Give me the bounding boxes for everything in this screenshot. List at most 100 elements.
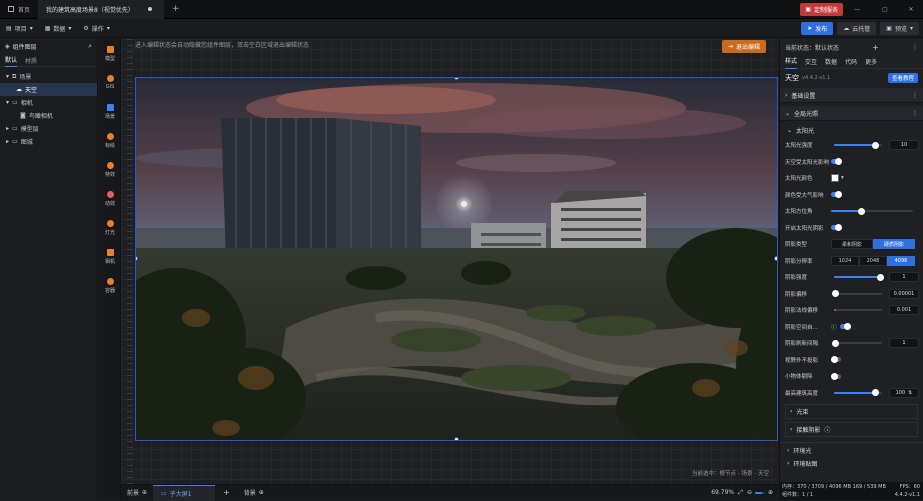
- current-state[interactable]: 当前状态：默认状态: [785, 43, 839, 52]
- subsection-sunlight[interactable]: ⌄ 太阳光: [780, 123, 923, 137]
- invisible-shadow-toggle[interactable]: [831, 356, 841, 364]
- new-tab-button[interactable]: +: [164, 0, 188, 19]
- fit-screen-icon[interactable]: ⤢: [738, 489, 743, 497]
- atmosphere-affect-toggle[interactable]: [831, 191, 842, 199]
- chevron-down-icon: ▾: [841, 175, 844, 182]
- version-label: 4.4.2-v1.1: [894, 491, 920, 498]
- cloud-render-button[interactable]: ☁ 云托管: [837, 21, 877, 35]
- subsection-env-map-label: 环境贴图: [793, 460, 818, 468]
- tab-more[interactable]: 更多: [865, 57, 877, 66]
- shadow-refresh-slider[interactable]: [832, 339, 882, 347]
- tree-item-model-layer[interactable]: ▸ ▭ 模型层: [0, 122, 97, 135]
- menu-project[interactable]: ▤ 项目 ▾: [0, 24, 39, 33]
- shadow-normal-bias-slider[interactable]: [834, 309, 882, 312]
- tool-model[interactable]: 模型: [99, 39, 121, 68]
- sky-affect-toggle[interactable]: [831, 158, 843, 166]
- sun-color-picker[interactable]: ▾: [831, 174, 844, 183]
- tool-camera[interactable]: 相机: [99, 242, 121, 271]
- shadow-res-4096[interactable]: 4096: [887, 255, 915, 266]
- tree-item-sky[interactable]: ☁ 天空: [0, 83, 97, 96]
- sun-azimuth-slider[interactable]: [831, 207, 913, 215]
- minimize-button[interactable]: —: [843, 6, 871, 13]
- subpage-tab[interactable]: ▭ 子大屏1: [153, 484, 216, 501]
- menu-data[interactable]: ▦ 数据 ▾: [39, 24, 78, 33]
- shadow-type-soft[interactable]: 柔和阴影: [831, 239, 873, 250]
- chevron-down-icon: ⌄: [785, 109, 791, 117]
- search-icon[interactable]: ⌕: [88, 42, 92, 51]
- resize-handle-bottom[interactable]: [454, 437, 459, 440]
- tall-building-input[interactable]: 100 ⇅: [889, 387, 919, 398]
- tab-code[interactable]: 代码: [845, 57, 857, 66]
- tree-item-scene[interactable]: ▾ ⧉ 场景: [0, 70, 97, 83]
- subsection-env-map[interactable]: › 环境贴图: [780, 457, 923, 469]
- front-layer-tab[interactable]: 前景 ⊕: [121, 488, 153, 497]
- close-button[interactable]: ✕: [899, 6, 923, 13]
- subsection-beam[interactable]: › 光束: [785, 404, 918, 419]
- shadow-strength-slider[interactable]: [834, 273, 884, 281]
- preview-button[interactable]: ▣ 预览 ▾: [880, 21, 919, 35]
- sun-intensity-input[interactable]: 10: [889, 140, 919, 151]
- zoom-out-icon[interactable]: ⊖: [747, 489, 752, 496]
- tool-annotation[interactable]: 标绘: [99, 126, 121, 155]
- tool-container[interactable]: 容器: [99, 271, 121, 300]
- tutorial-button[interactable]: 查看教程: [887, 72, 918, 83]
- help-icon[interactable]: ⓘ: [824, 425, 830, 434]
- subsection-ambient[interactable]: › 环境光: [780, 442, 923, 457]
- tab-material[interactable]: 材质: [25, 56, 37, 65]
- shadow-strength-input[interactable]: 1: [889, 272, 919, 283]
- shadow-res-2048[interactable]: 2048: [859, 255, 887, 266]
- small-object-toggle[interactable]: [831, 372, 841, 380]
- tab-data[interactable]: 数据: [825, 57, 837, 66]
- tool-motion[interactable]: 动效: [99, 184, 121, 213]
- tall-building-slider[interactable]: [834, 389, 882, 397]
- prop-shadow-space: 阴影空间自... ⓘ: [780, 319, 923, 336]
- tab-home[interactable]: 首页: [0, 0, 38, 19]
- chevron-right-icon: ›: [790, 426, 793, 433]
- chevron-down-icon: ⌄: [787, 126, 793, 134]
- more-icon[interactable]: ⋮: [912, 92, 918, 99]
- add-icon[interactable]: +: [872, 43, 879, 52]
- resize-handle-right[interactable]: [774, 256, 777, 261]
- tab-interaction[interactable]: 交互: [805, 57, 817, 66]
- zoom-in-icon[interactable]: ⊕: [768, 489, 773, 496]
- tab-style[interactable]: 样式: [785, 55, 798, 69]
- scene-viewport[interactable]: [135, 77, 778, 441]
- tool-label: GIS: [105, 84, 115, 90]
- tool-gis[interactable]: GIS: [99, 68, 121, 97]
- tool-scene[interactable]: 场景: [99, 97, 121, 126]
- menu-operations[interactable]: ⚙ 操作 ▾: [77, 24, 115, 33]
- section-basic[interactable]: › 基础设置 ⋮: [780, 88, 923, 103]
- tool-label: 模型: [104, 55, 115, 62]
- zoom-level[interactable]: 69.79%: [711, 489, 734, 496]
- publish-button[interactable]: ➤ 发布: [801, 21, 834, 35]
- sun-shadow-toggle[interactable]: [831, 224, 842, 232]
- shadow-bias-slider[interactable]: [832, 290, 882, 298]
- tab-project[interactable]: 我的建筑高度场景8（视觉优先）: [38, 0, 164, 19]
- tab-default[interactable]: 默认: [5, 54, 18, 67]
- shadow-type-hard[interactable]: 硬质阴影: [873, 239, 915, 250]
- add-page-button[interactable]: +: [215, 488, 238, 497]
- maximize-button[interactable]: ▢: [871, 6, 899, 13]
- tree-item-camera[interactable]: ▾ ▭ 相机: [0, 96, 97, 109]
- custom-service-button[interactable]: ▣ 定制服务: [800, 2, 843, 16]
- more-icon[interactable]: ⋮: [912, 44, 918, 51]
- tree-item-aerial-camera[interactable]: ◙ 鸟瞰相机: [0, 109, 97, 122]
- more-icon[interactable]: ⋮: [912, 110, 918, 117]
- back-layer-tab[interactable]: 背景 ⊕: [238, 488, 270, 497]
- shadow-bias-input[interactable]: 0.00001: [889, 288, 919, 299]
- stepper-icon[interactable]: ⇅: [908, 390, 912, 396]
- sun-intensity-slider[interactable]: [834, 141, 882, 149]
- exit-edit-button[interactable]: ⇥ 退出编辑: [722, 40, 767, 53]
- shadow-res-1024[interactable]: 1024: [831, 255, 859, 266]
- zoom-slider[interactable]: [754, 491, 765, 494]
- tool-effect[interactable]: 特效: [99, 155, 121, 184]
- shadow-space-toggle[interactable]: [839, 323, 851, 331]
- shadow-refresh-input[interactable]: 1: [889, 338, 919, 349]
- shadow-normal-bias-input[interactable]: 0.001: [889, 305, 919, 316]
- tree-item-map[interactable]: ▸ ▭ 图城: [0, 135, 97, 148]
- tool-light[interactable]: 灯光: [99, 213, 121, 242]
- section-global-light[interactable]: ⌄ 全局光照 ⋮: [780, 106, 923, 121]
- subsection-contact-shadow[interactable]: › 接触阴影 ⓘ: [785, 422, 918, 437]
- chevron-down-icon: ▾: [106, 24, 110, 32]
- help-icon[interactable]: ⓘ: [831, 323, 837, 331]
